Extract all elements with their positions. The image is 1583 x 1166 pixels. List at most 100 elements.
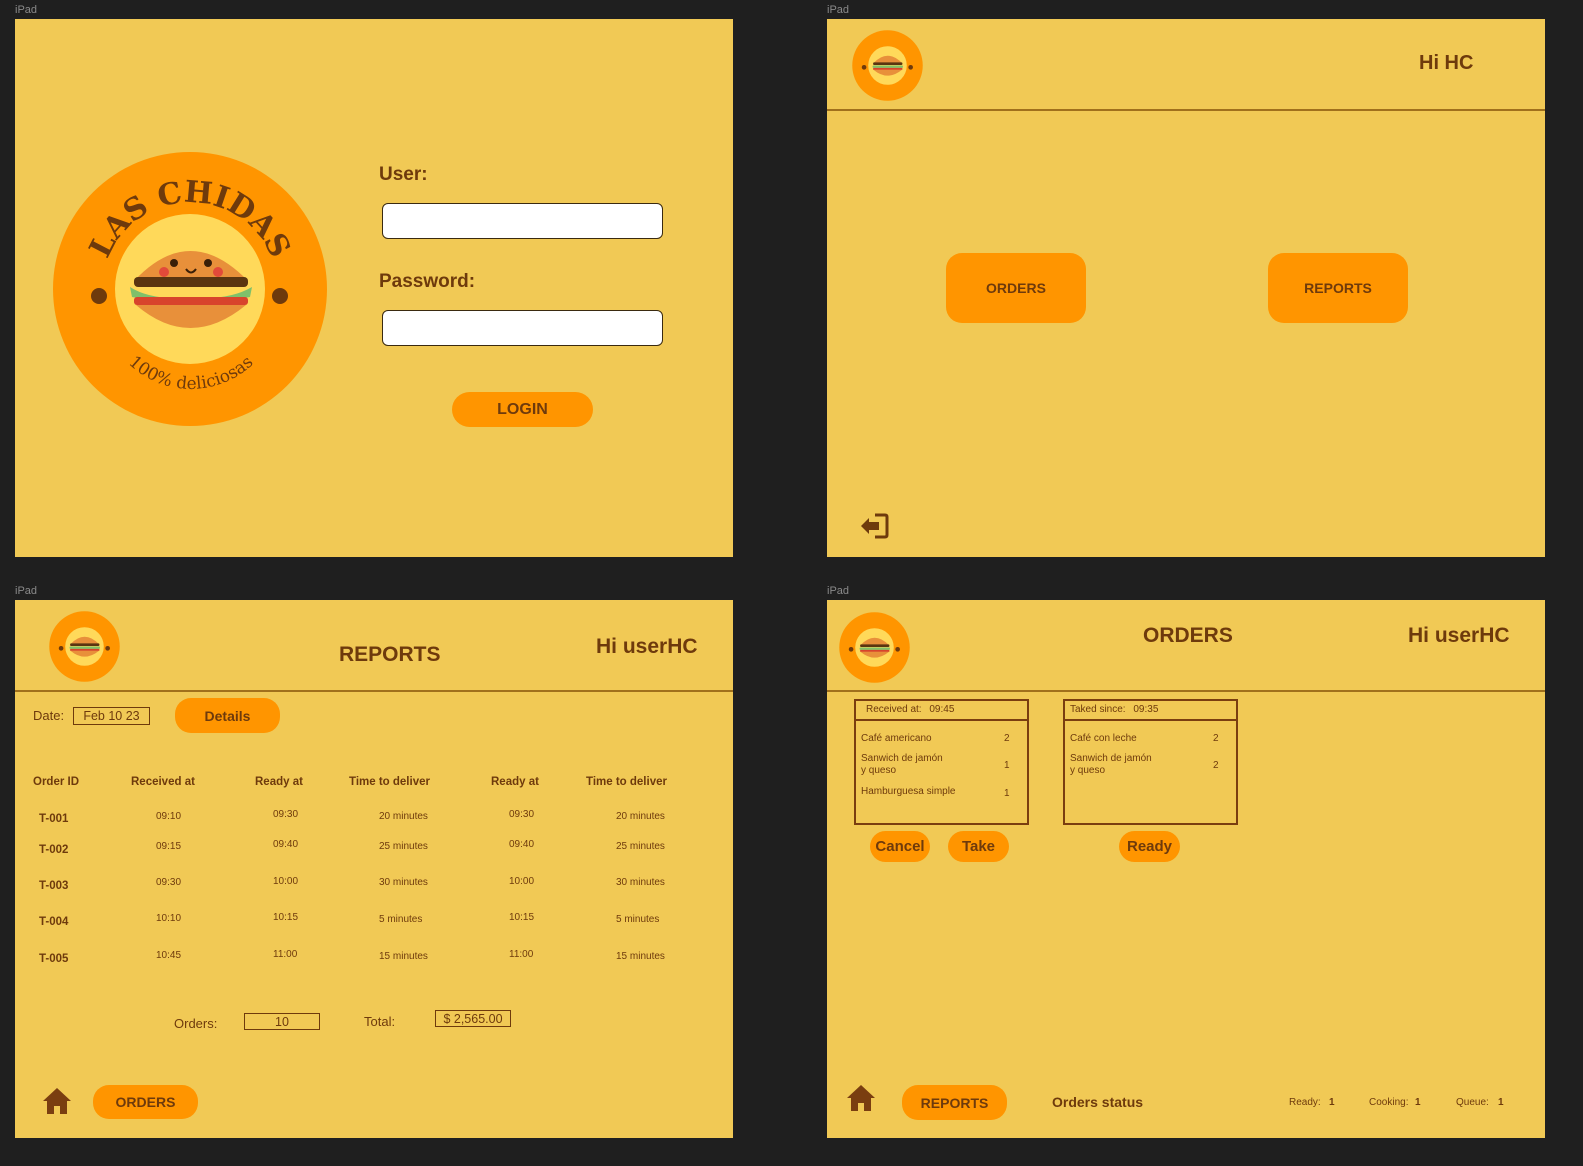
taked-since-time: 09:35 [1133,704,1159,715]
column-header-ready-at-2: Ready at [491,776,539,788]
ready-at-cell: 10:00 [273,876,299,887]
received-at-time: 09:45 [929,704,955,715]
home-screen: Hi HC ORDERS REPORTS [827,19,1545,557]
ready-at-cell: 09:30 [273,809,299,820]
ready-at-cell: 11:00 [509,949,534,960]
ready-at-cell: 10:00 [509,876,535,887]
password-input[interactable] [382,310,663,346]
column-header-time-to-deliver-2: Time to deliver [586,776,667,788]
home-icon[interactable] [845,1083,877,1117]
ready-at-cell: 11:00 [273,949,298,960]
orders-status-title: Orders status [1052,1094,1144,1110]
header-divider [827,109,1545,111]
time-to-deliver-cell: 20 minutes [616,811,665,822]
time-to-deliver-cell: 30 minutes [379,877,428,888]
order-card-header: Received at: 09:45 [856,701,1027,721]
frame-label-home: iPad [827,4,850,16]
queue-count-value: 1 [1498,1097,1504,1108]
take-button[interactable]: Take [948,831,1009,862]
cancel-button[interactable]: Cancel [870,831,930,862]
header-divider [15,690,733,692]
item-quantity: 1 [1004,760,1010,771]
order-card-header: Taked since: 09:35 [1065,701,1236,721]
time-to-deliver-cell: 20 minutes [379,811,428,822]
ready-at-cell: 09:40 [509,839,535,850]
item-name-line-2: y queso [861,765,897,776]
ready-count-label: Ready: [1289,1097,1321,1108]
date-label: Date: [33,708,65,723]
total-field: $ 2,565.00 [435,1010,511,1027]
orders-count-field: 10 [244,1013,320,1030]
frame-label-login: iPad [15,4,38,16]
item-name-line-2: y queso [1070,765,1106,776]
item-quantity: 2 [1213,733,1219,744]
received-at-cell: 09:15 [156,841,182,852]
date-field[interactable]: Feb 10 23 [73,707,150,725]
item-name: Café con leche [1070,733,1137,744]
order-id-cell: T-003 [39,880,69,892]
time-to-deliver-cell: 5 minutes [616,914,660,925]
ready-count-value: 1 [1329,1097,1335,1108]
column-header-order-id: Order ID [33,776,80,788]
item-name: Hamburguesa simple [861,786,956,797]
order-id-cell: T-001 [39,813,69,825]
order-card-received[interactable]: Received at: 09:45 Café americano 2 Sanw… [854,699,1029,825]
orders-screen: ORDERS Hi userHC Received at: 09:45 Café… [827,600,1545,1138]
brand-logo-small [852,30,923,101]
password-label: Password: [379,271,476,292]
orders-count-label: Orders: [174,1016,218,1031]
column-header-ready-at: Ready at [255,776,303,788]
item-quantity: 2 [1004,733,1010,744]
ready-at-cell: 09:30 [509,809,535,820]
queue-count-label: Queue: [1456,1097,1489,1108]
ready-at-cell: 10:15 [509,912,535,923]
reports-button[interactable]: REPORTS [1268,253,1408,323]
reports-nav-button[interactable]: REPORTS [902,1085,1007,1120]
details-button[interactable]: Details [175,698,280,733]
received-at-cell: 09:30 [156,877,182,888]
taked-since-label: Taked since: [1070,704,1126,715]
ready-button[interactable]: Ready [1119,831,1180,862]
brand-logo-small [839,612,910,683]
ready-at-cell: 10:15 [273,912,299,923]
time-to-deliver-cell: 15 minutes [379,951,428,962]
page-title: REPORTS [339,643,441,666]
orders-button[interactable]: ORDERS [946,253,1086,323]
user-label: User: [379,164,428,185]
item-quantity: 1 [1004,788,1010,799]
item-name: Sanwich de jamón [861,753,943,764]
greeting-text: Hi userHC [596,635,698,658]
order-id-cell: T-002 [39,844,69,856]
received-at-cell: 09:10 [156,811,182,822]
orders-nav-button[interactable]: ORDERS [93,1085,198,1119]
brand-logo: LAS CHIDAS 100% deliciosas [52,151,328,427]
frame-label-reports: iPad [15,585,38,597]
item-name: Café americano [861,733,932,744]
total-label: Total: [364,1014,396,1029]
item-name: Sanwich de jamón [1070,753,1152,764]
received-at-cell: 10:10 [156,913,182,924]
time-to-deliver-cell: 30 minutes [616,877,665,888]
greeting-text: Hi userHC [1408,624,1510,647]
order-id-cell: T-005 [39,953,69,965]
header-divider [827,690,1545,692]
cooking-count-value: 1 [1415,1097,1421,1108]
home-icon[interactable] [41,1086,73,1120]
frame-label-orders: iPad [827,585,850,597]
order-id-cell: T-004 [39,916,69,928]
received-at-cell: 10:45 [156,950,182,961]
column-header-received-at: Received at [131,776,195,788]
login-button[interactable]: LOGIN [452,392,593,427]
reports-screen: REPORTS Hi userHC Date: Feb 10 23 Detail… [15,600,733,1138]
order-card-cooking[interactable]: Taked since: 09:35 Café con leche 2 Sanw… [1063,699,1238,825]
page-title: ORDERS [1143,624,1233,647]
sign-out-icon[interactable] [859,512,889,544]
time-to-deliver-cell: 5 minutes [379,914,423,925]
column-header-time-to-deliver: Time to deliver [349,776,430,788]
ready-at-cell: 09:40 [273,839,299,850]
item-quantity: 2 [1213,760,1219,771]
user-input[interactable] [382,203,663,239]
login-screen: LAS CHIDAS 100% deliciosas User: Passwor… [15,19,733,557]
time-to-deliver-cell: 25 minutes [616,841,665,852]
received-at-label: Received at: [866,704,922,715]
